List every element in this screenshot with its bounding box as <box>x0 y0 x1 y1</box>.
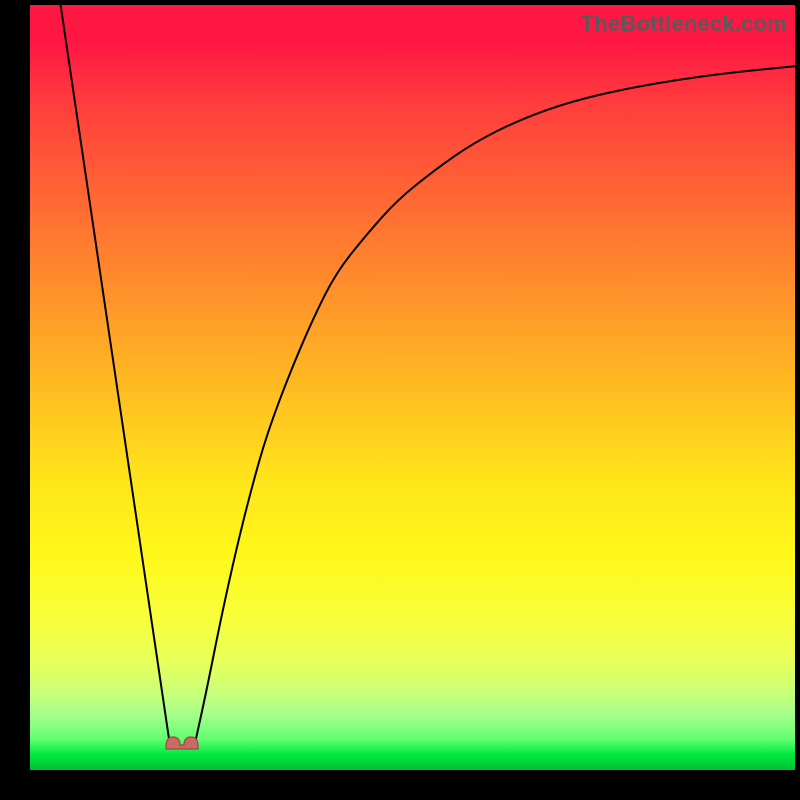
marker-shape <box>166 737 198 749</box>
chart-frame: TheBottleneck.com <box>0 0 800 800</box>
minimum-marker <box>162 734 202 750</box>
plot-area: TheBottleneck.com <box>30 5 795 770</box>
bottleneck-curve <box>30 5 795 770</box>
curve-path <box>61 5 795 746</box>
